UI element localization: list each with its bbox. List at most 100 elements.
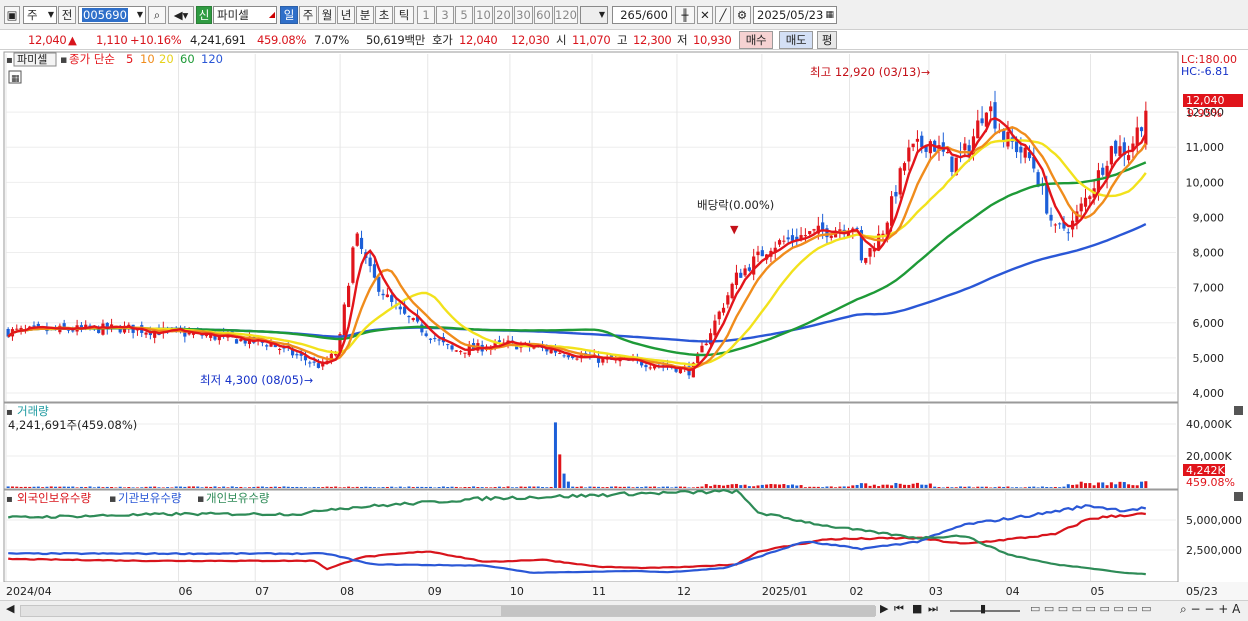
quote-bar: 12,040 ▲ 1,110 +10.16% 4,241,691 459.08%…	[0, 30, 1248, 50]
volume-bar	[519, 486, 523, 488]
volume-bar	[209, 486, 213, 488]
play-icon[interactable]: ▶	[880, 602, 888, 615]
interval-custom[interactable]: ▼	[580, 6, 608, 24]
ref-button[interactable]: 전	[58, 6, 76, 24]
candle-body	[713, 320, 717, 336]
volume-bar	[49, 486, 53, 488]
period-tick[interactable]: 틱	[394, 6, 414, 24]
gear-icon[interactable]: ⚙	[733, 6, 751, 24]
volume-bar	[200, 487, 204, 488]
volume-bar	[476, 487, 480, 488]
market-select[interactable]: 주 ▼	[23, 6, 57, 24]
zoom-icon[interactable]: ⌕ − − + A	[1180, 602, 1240, 617]
volume-bar	[295, 486, 299, 488]
period-minute[interactable]: 분	[356, 6, 374, 24]
slider-handle-icon[interactable]: ▮	[980, 602, 986, 615]
interval-10[interactable]: 10	[474, 6, 493, 24]
candle-body	[1135, 127, 1139, 146]
buy-button[interactable]: 매수	[739, 31, 773, 49]
volume-bar	[894, 482, 898, 488]
interval-1[interactable]: 1	[417, 6, 435, 24]
volume-bar	[148, 486, 152, 488]
high-label: 고	[617, 33, 628, 47]
open-price: 11,070	[572, 33, 611, 47]
interval-3[interactable]: 3	[436, 6, 454, 24]
interval-120[interactable]: 120	[554, 6, 578, 24]
price-tick-label: 8,000	[1193, 247, 1225, 260]
low-arrow-icon: →	[304, 374, 313, 387]
forward-icon[interactable]: ⏭	[928, 602, 938, 616]
candle-body	[1019, 146, 1023, 153]
volume-bar	[463, 486, 467, 488]
interval-30[interactable]: 30	[514, 6, 533, 24]
candle-body	[777, 240, 782, 245]
volume-bar	[6, 486, 10, 488]
sell-button[interactable]: 매도	[779, 31, 813, 49]
volume-bar	[230, 486, 234, 488]
chevron-down-icon: ▼	[136, 10, 143, 19]
tools-icon[interactable]: ▭ ▭ ▭ ▭ ▭ ▭ ▭ ▭ ▭	[1030, 602, 1152, 615]
rewind-icon[interactable]: ⏮	[894, 602, 904, 616]
volume-bar	[528, 486, 532, 488]
volume-bar	[588, 486, 592, 488]
candle-body	[342, 304, 346, 337]
period-week[interactable]: 주	[299, 6, 317, 24]
volume-bar	[299, 487, 303, 488]
price-panel	[3, 51, 1179, 403]
interval-20[interactable]: 20	[494, 6, 513, 24]
volume-bar	[265, 487, 269, 488]
stop-icon[interactable]: ■	[912, 602, 922, 615]
stock-name-field[interactable]: 파미셀 ◢	[213, 6, 277, 24]
volume-bar	[312, 486, 316, 488]
close-panel-icon[interactable]	[1234, 406, 1243, 415]
volume-bar	[816, 486, 820, 488]
volume-bar	[747, 486, 751, 488]
scroll-thumb[interactable]	[501, 606, 876, 616]
volume-bar	[678, 486, 682, 488]
draw-tool-icon[interactable]: ╱	[715, 6, 731, 24]
candle-body	[204, 335, 208, 337]
candle-body	[368, 257, 372, 267]
count-field[interactable]: 265/600	[612, 6, 672, 24]
volume-bar	[157, 487, 161, 488]
volume-bar	[653, 486, 657, 488]
candle-type-icon[interactable]: ╫	[675, 6, 695, 24]
close-panel-icon[interactable]	[1234, 492, 1243, 501]
chart-area[interactable]: 4,000 5,000 6,000 7,000 8,000 9,000 10,000 11,0…	[0, 50, 1248, 600]
date-field[interactable]: 2025/05/23 ▦	[753, 6, 837, 24]
volume-bar	[58, 486, 62, 488]
turnover: 7.07%	[314, 33, 350, 47]
volume-bar	[726, 484, 730, 488]
volume-bar	[920, 484, 924, 488]
scroll-bar[interactable]: ◀ ▶ ⏮ ■ ⏭ ▮ ▭ ▭ ▭ ▭ ▭ ▭ ▭ ▭ ▭ ⌕ − − + A	[0, 600, 1248, 621]
scroll-left-icon[interactable]: ◀	[6, 602, 14, 615]
volume-bar	[790, 484, 794, 488]
legend-foreign: 외국인보유수량	[17, 491, 91, 505]
window-icon[interactable]: ▣	[4, 6, 20, 24]
speaker-icon[interactable]: ◀▾	[168, 6, 194, 24]
volume-bar	[709, 486, 713, 488]
volume-bar	[243, 487, 247, 488]
volume-bar	[385, 486, 389, 488]
volume-bar	[1127, 484, 1131, 488]
volume-bar	[1105, 485, 1109, 488]
period-day[interactable]: 일	[280, 6, 298, 24]
candle-body	[295, 354, 299, 356]
volume-bar	[803, 487, 807, 488]
interval-60[interactable]: 60	[534, 6, 553, 24]
x-tick-label: 2025/01	[762, 585, 808, 598]
interval-5[interactable]: 5	[455, 6, 473, 24]
eval-button[interactable]: 평	[817, 31, 837, 49]
candle-body	[704, 343, 708, 346]
period-second[interactable]: 초	[375, 6, 393, 24]
search-icon[interactable]: ⌕	[148, 6, 166, 24]
volume-bar	[915, 482, 919, 488]
scroll-track[interactable]	[20, 605, 876, 617]
candle-body	[355, 233, 359, 246]
crosshair-icon[interactable]: ✕	[697, 6, 713, 24]
volume-bar	[92, 487, 96, 488]
period-year[interactable]: 년	[337, 6, 355, 24]
stock-code-input[interactable]: 005690 ▼	[78, 6, 146, 24]
volume-bar	[834, 487, 838, 488]
period-month[interactable]: 월	[318, 6, 336, 24]
